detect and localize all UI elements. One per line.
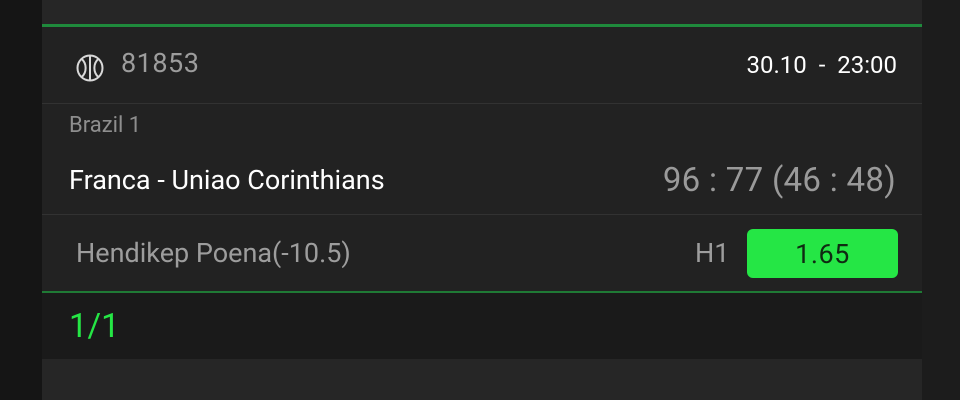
header-divider (42, 103, 922, 104)
selected-pick: H1 (695, 237, 730, 269)
event-header: 81853 30.10 - 23:00 (42, 27, 922, 103)
ticket-footer: 1/1 (42, 293, 922, 359)
match-id: 81853 (121, 47, 200, 79)
selection-count: 1/1 (69, 307, 120, 346)
match-score: 96 : 77 (46 : 48) (662, 161, 896, 200)
previous-card-edge (42, 0, 922, 24)
basketball-icon (76, 54, 104, 82)
odds-button[interactable]: 1.65 (747, 229, 898, 278)
odds-value: 1.65 (795, 237, 850, 270)
league-name: Brazil 1 (69, 113, 142, 138)
left-backdrop (0, 0, 42, 400)
event-datetime: 30.10 - 23:00 (746, 51, 898, 79)
bet-ticket-card[interactable]: 81853 30.10 - 23:00 Brazil 1 Franca - Un… (42, 27, 922, 291)
market-divider (42, 214, 922, 215)
market-name: Hendikep Poena(-10.5) (76, 237, 351, 269)
right-backdrop (922, 0, 960, 400)
next-card-edge (42, 359, 922, 400)
match-teams: Franca - Uniao Corinthians (69, 164, 385, 196)
